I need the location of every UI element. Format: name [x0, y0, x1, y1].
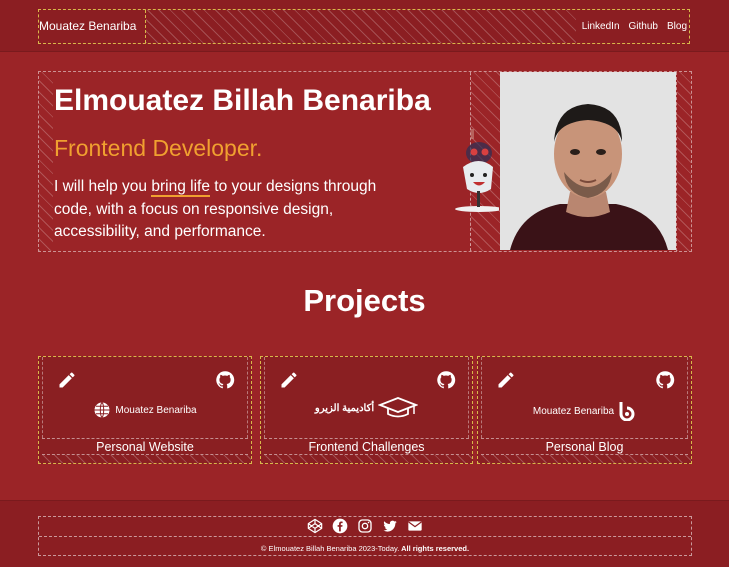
instagram-icon[interactable]	[357, 518, 373, 534]
project-logo-text: Mouatez Benariba	[115, 404, 197, 416]
project-card-title[interactable]: Personal Blog	[481, 438, 688, 455]
hero-description: I will help you bring life to your desig…	[54, 176, 399, 244]
facebook-icon[interactable]	[332, 518, 348, 534]
footer-container: © Elmouatez Billah Benariba 2023-Today. …	[38, 516, 692, 556]
email-icon[interactable]	[407, 518, 423, 534]
graduation-cap-icon	[378, 397, 419, 418]
project-logo-text: أكاديمية الزيرو	[314, 402, 375, 414]
header-spacer	[146, 10, 576, 43]
profile-photo	[500, 72, 676, 250]
mascot-illustration	[455, 129, 499, 212]
twitter-icon[interactable]	[382, 518, 398, 534]
site-header: Mouatez Benariba LinkedIn Github Blog	[0, 0, 729, 52]
nav-link-github[interactable]: Github	[629, 21, 658, 32]
projects-heading: Projects	[303, 283, 426, 318]
project-card-body: Mouatez Benariba	[481, 357, 688, 438]
social-links	[39, 518, 691, 534]
project-card-personal-blog[interactable]: Mouatez Benariba Personal Blog	[477, 356, 692, 464]
project-logo-text: Mouatez Benariba	[532, 405, 615, 417]
nav-link-linkedin[interactable]: LinkedIn	[582, 21, 620, 32]
project-card-frontend-challenges[interactable]: أكاديمية الزيرو Frontend Challenges	[260, 356, 473, 464]
project-card-title[interactable]: Personal Website	[42, 438, 248, 455]
blog-b-icon	[619, 402, 635, 421]
codepen-icon[interactable]	[307, 518, 323, 534]
project-logo: Mouatez Benariba	[482, 401, 687, 421]
github-icon[interactable]	[436, 370, 456, 390]
copyright-text: © Elmouatez Billah Benariba 2023-Today. …	[39, 544, 691, 553]
hero-padding-left	[39, 72, 53, 251]
site-footer: © Elmouatez Billah Benariba 2023-Today. …	[0, 500, 729, 567]
header-container: Mouatez Benariba LinkedIn Github Blog	[38, 9, 690, 44]
footer-divider	[39, 536, 691, 537]
hero-highlight: bring life	[151, 178, 210, 197]
project-card-body: Mouatez Benariba	[42, 357, 248, 438]
card-padding	[39, 455, 251, 463]
pencil-icon[interactable]	[57, 370, 77, 390]
copyright-prefix: © Elmouatez Billah Benariba 2023-Today.	[260, 544, 400, 553]
nav-link-blog[interactable]: Blog	[667, 21, 687, 32]
project-logo: أكاديمية الزيرو	[265, 397, 468, 419]
project-card-body: أكاديمية الزيرو	[264, 357, 469, 438]
globe-icon	[94, 402, 110, 418]
hero-padding-right	[676, 72, 691, 251]
project-card-personal-website[interactable]: Mouatez Benariba Personal Website	[38, 356, 252, 464]
copyright-bold: All rights reserved.	[399, 544, 470, 553]
brand-link[interactable]: Mouatez Benariba	[39, 10, 146, 43]
card-padding	[478, 455, 691, 463]
hero-role: Frontend Developer.	[54, 135, 263, 161]
main-nav: LinkedIn Github Blog	[582, 10, 687, 43]
github-icon[interactable]	[655, 370, 675, 390]
project-card-title[interactable]: Frontend Challenges	[264, 438, 469, 455]
pencil-icon[interactable]	[496, 370, 516, 390]
hero-name: Elmouatez Billah Benariba	[54, 84, 431, 117]
hero-section: Elmouatez Billah Benariba Frontend Devel…	[38, 71, 692, 252]
project-logo: Mouatez Benariba	[43, 401, 247, 419]
pencil-icon[interactable]	[279, 370, 299, 390]
hero-text-before: I will help you	[54, 178, 152, 195]
card-padding	[261, 455, 472, 463]
github-icon[interactable]	[215, 370, 235, 390]
